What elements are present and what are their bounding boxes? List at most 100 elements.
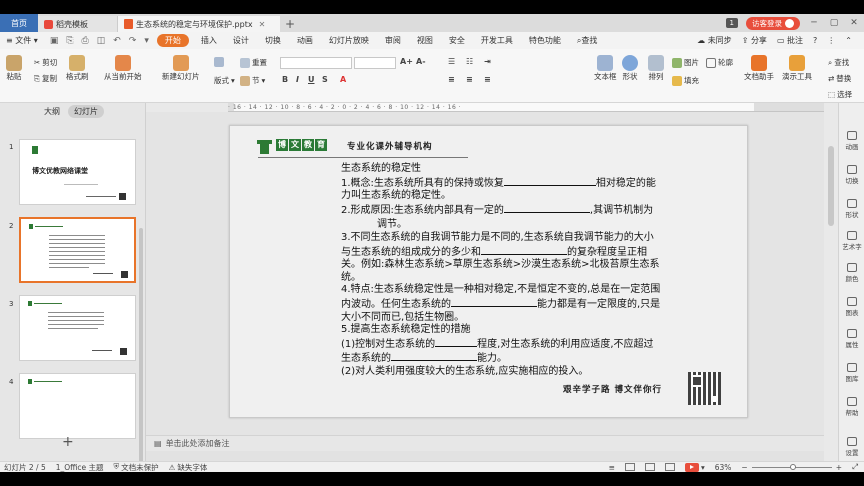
missing-font[interactable]: ⚠ 缺失字体 [169,462,208,473]
sidebar-animation[interactable]: 动画 [839,131,864,151]
quick-access-dropdown-icon[interactable]: ▾ [140,36,153,46]
play-slideshow-button[interactable]: ▾ [684,462,705,472]
login-button[interactable]: 访客登录 [746,16,800,30]
menu-file[interactable]: ≡ 文件 ▾ [0,35,46,46]
doc-assistant-button[interactable]: 文档助手 [744,55,774,82]
font-grow-button[interactable]: A+ [400,57,413,66]
menu-design[interactable]: 设计 [225,35,257,46]
italic-button[interactable]: I [296,75,299,84]
zoom-in-button[interactable]: + [836,463,842,472]
align-right-icon[interactable]: ≡ [484,75,491,84]
align-left-icon[interactable]: ≡ [448,75,455,84]
more-icon[interactable]: ⋮ [827,36,835,45]
slide-thumbnail-1[interactable]: 博文优教网络课堂 [19,139,136,205]
menu-special[interactable]: 特色功能 [521,35,569,46]
tab-home[interactable]: 首页 [0,14,38,32]
minimize-icon[interactable]: ─ [808,18,820,28]
list-numbers-icon[interactable]: ☷ [466,57,473,66]
share-button[interactable]: ⇪ 分享 [742,35,767,46]
sidebar-gallery[interactable]: 图库 [839,363,864,383]
copy-button[interactable]: ⎘ 复制 [34,73,57,84]
menu-animation[interactable]: 动画 [289,35,321,46]
format-painter-button[interactable]: 格式刷 [66,55,89,82]
notes-pane[interactable]: ▤ 单击此处添加备注 [146,435,824,451]
tab-slides[interactable]: 幻灯片 [68,104,104,118]
bold-button[interactable]: B [282,75,288,84]
align-center-icon[interactable]: ≡ [466,75,473,84]
zoom-level[interactable]: 63% [715,463,732,472]
slide-thumbnail-2[interactable] [19,217,136,283]
menu-developer[interactable]: 开发工具 [473,35,521,46]
close-window-icon[interactable]: ✕ [848,18,860,28]
section-button[interactable]: 节 ▾ [240,75,265,86]
select-button[interactable]: ⬚ 选择 [828,89,852,100]
layout-button[interactable] [214,57,224,67]
sidebar-shape[interactable]: 形状 [839,199,864,219]
shape-button[interactable]: 形状 [622,55,638,82]
collapse-ribbon-icon[interactable]: ⌃ [845,36,852,45]
underline-button[interactable]: U [308,75,315,84]
list-bullets-icon[interactable]: ☰ [448,57,455,66]
add-slide-button[interactable]: + [62,434,74,450]
menu-slideshow[interactable]: 幻灯片放映 [321,35,377,46]
sidebar-wordart[interactable]: 艺术字 [839,231,864,251]
paste-button[interactable]: 粘贴 [6,55,22,82]
textbox-button[interactable]: 文本框 [594,55,617,82]
window-count-badge[interactable]: 1 [725,18,738,28]
replace-button[interactable]: ⇄ 替换 [828,73,851,84]
slide-thumbnail-3[interactable] [19,295,136,361]
arrange-button[interactable]: 排列 [648,55,664,82]
present-tools-button[interactable]: 演示工具 [782,55,812,82]
theme-name[interactable]: 1_Office 主题 [56,462,104,473]
sidebar-help[interactable]: 帮助 [839,397,864,417]
redo-icon[interactable]: ↷ [125,36,141,46]
strikethrough-button[interactable]: S [322,75,328,84]
undo-icon[interactable]: ↶ [109,36,125,46]
current-slide[interactable]: 博 文 教 育 专业化课外辅导机构 生态系统的稳定性 1.概念:生态系统所具有的… [229,125,748,418]
slide-thumbnail-4[interactable] [19,373,136,439]
restore-icon[interactable]: ▢ [828,18,840,28]
tab-document[interactable]: 生态系统的稳定与环境保护.pptx ✕ [118,16,280,32]
font-family-select[interactable] [280,57,352,69]
zoom-out-button[interactable]: − [741,463,747,472]
sidebar-color[interactable]: 颜色 [839,263,864,283]
zoom-slider[interactable] [751,463,832,470]
sidebar-settings[interactable]: 设置 [839,437,864,457]
zoom-knob[interactable] [789,463,796,470]
menu-search[interactable]: ⌕查找 [569,35,605,46]
tab-template[interactable]: 稻壳模板 [38,16,118,32]
sidebar-chart[interactable]: 图表 [839,297,864,317]
font-size-select[interactable] [354,57,396,69]
print-icon[interactable]: ⎙ [78,36,93,46]
picture-button[interactable]: 图片 [672,57,699,68]
save-icon[interactable]: ▣ [46,36,63,46]
new-slide-button[interactable]: 新建幻灯片 [162,55,200,82]
cut-button[interactable]: ✂ 剪切 [34,57,57,68]
slide-text-box[interactable]: 生态系统的稳定性 1.概念:生态系统所具有的保持或恢复 相对稳定的能力叫生态系统的… [341,163,663,379]
sidebar-properties[interactable]: 属性 [839,329,864,349]
new-tab-button[interactable]: + [280,16,300,32]
menu-start[interactable]: 开始 [156,34,189,47]
menu-transition[interactable]: 切换 [257,35,289,46]
sidebar-transition[interactable]: 切换 [839,165,864,185]
preview-icon[interactable]: ◫ [93,36,110,46]
find-button[interactable]: ⌕ 查找 [828,57,849,68]
from-current-button[interactable]: 从当前开始 [104,55,142,82]
tab-outline[interactable]: 大纲 [44,106,60,117]
canvas-scrollbar[interactable] [828,146,834,226]
notes-toggle-icon[interactable]: ≡ [609,463,615,472]
reading-view-icon[interactable] [664,463,675,471]
font-shrink-button[interactable]: A- [416,57,426,66]
sync-status[interactable]: ☁ 未同步 [697,35,732,46]
menu-security[interactable]: 安全 [441,35,473,46]
menu-review[interactable]: 审阅 [377,35,409,46]
fill-button[interactable]: 填充 [672,75,699,86]
reset-button[interactable]: 重置 [240,57,267,68]
menu-view[interactable]: 视图 [409,35,441,46]
help-icon[interactable]: ? [813,36,817,45]
sorter-view-icon[interactable] [644,463,655,471]
normal-view-icon[interactable] [624,463,635,471]
outline-button[interactable]: 轮廓 [706,57,733,68]
horizontal-ruler[interactable]: · 16 · 14 · 12 · 10 · 8 · 6 · 4 · 2 · 0 … [228,103,824,112]
layout-label-button[interactable]: 版式 ▾ [214,75,235,86]
